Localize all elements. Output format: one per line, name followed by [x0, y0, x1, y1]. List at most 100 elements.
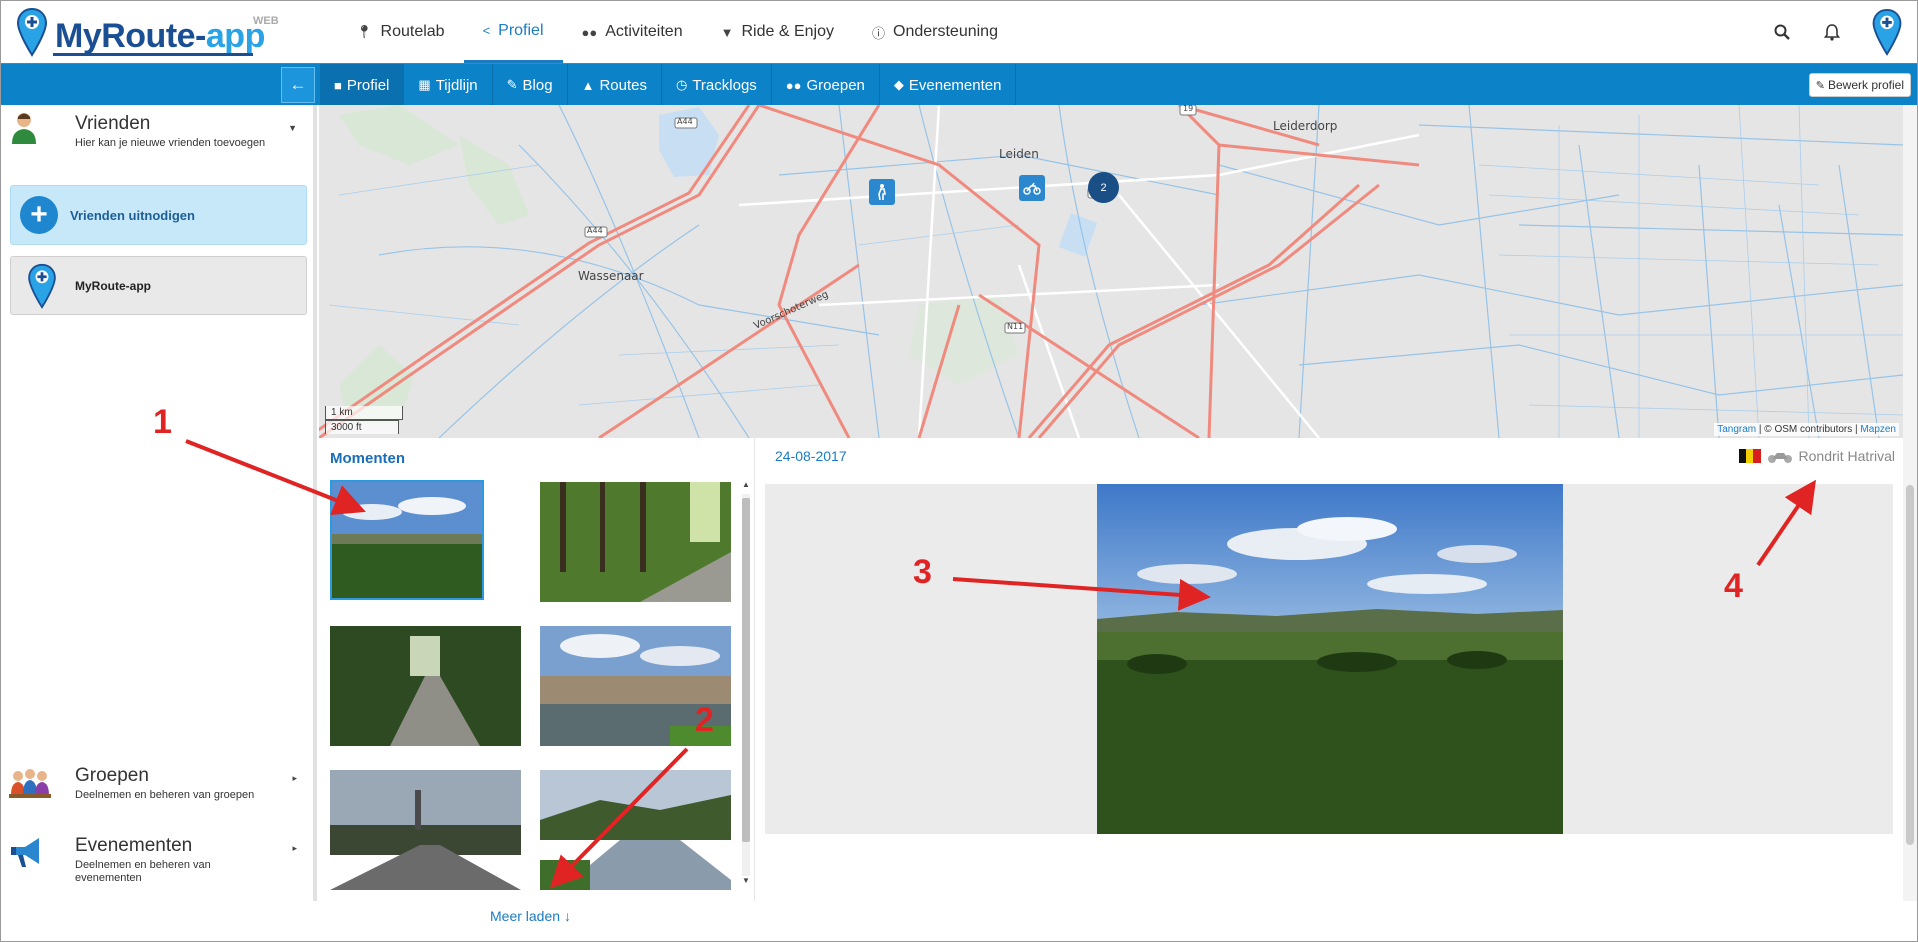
tab-routes[interactable]: ▲ Routes [568, 64, 662, 106]
moment-detail: 24-08-2017 Rondrit Hatrival [756, 438, 1903, 901]
logo-underline [53, 53, 253, 56]
scroll-up-icon[interactable]: ▲ [740, 480, 752, 489]
map-marker-icon: 📍︎ [356, 24, 373, 39]
friend-item[interactable]: MyRoute-app [10, 256, 307, 315]
motorcycle-marker-icon[interactable] [1019, 175, 1045, 201]
info-icon: ⓘ [871, 25, 885, 41]
route-map[interactable]: A44 A44 19 19 N11 Leiden Leiderdorp Wass… [319, 105, 1903, 438]
motorcycle-icon [1767, 453, 1792, 463]
share-icon: < [482, 23, 491, 38]
moments-scrollbar[interactable]: ▲ ▼ [740, 480, 752, 890]
map-badge-a44: A44 [677, 117, 693, 126]
caret-right-icon[interactable]: ▸ [292, 773, 297, 784]
moment-thumbnail[interactable] [330, 480, 484, 600]
map-attribution: Tangram | © OSM contributors | Mapzen [1714, 423, 1899, 436]
nav-ride-enjoy[interactable]: ▼ Ride & Enjoy [702, 1, 853, 63]
edit-icon: ✎ [1815, 79, 1825, 92]
app-window: MyRoute-app WEB 📍︎ Routelab < Profiel ●● Ac… [0, 0, 1918, 942]
load-more-link[interactable]: Meer laden ↓ [490, 908, 571, 924]
moment-thumbnail[interactable] [540, 770, 731, 890]
users-icon: ●● [785, 77, 802, 93]
scroll-thumb[interactable] [742, 498, 750, 842]
nav-profiel[interactable]: < Profiel [463, 1, 563, 63]
nav-ondersteuning[interactable]: ⓘ Ondersteuning [853, 1, 1017, 63]
moment-thumbnail[interactable] [330, 770, 521, 890]
osm-credit: © OSM contributors [1764, 424, 1853, 435]
annotation-label: 2 [695, 701, 714, 739]
map-badge-n11: N11 [1007, 322, 1024, 331]
logo[interactable]: MyRoute-app WEB [17, 7, 287, 57]
invite-friends-button[interactable]: + Vrienden uitnodigen [10, 185, 307, 245]
scale-km: 1 km [325, 406, 403, 420]
map-badge-19: 19 [1183, 105, 1194, 113]
groups-icon [9, 769, 51, 798]
annotation-label: 1 [153, 403, 172, 441]
tab-tijdlijn[interactable]: ▦ Tijdlijn [404, 64, 493, 106]
tab-evenementen[interactable]: ◆ Evenementen [880, 64, 1017, 106]
tab-groepen[interactable]: ●● Groepen [772, 64, 880, 106]
user-icon: ■ [334, 77, 342, 93]
friends-section[interactable]: Vrienden Hier kan je nieuwe vrienden toe… [1, 105, 311, 155]
belgium-flag-icon [1738, 449, 1761, 463]
megaphone-icon [11, 838, 39, 867]
caret-down-icon[interactable]: ▼ [288, 123, 297, 133]
events-title: Evenementen [75, 835, 193, 856]
groups-title: Groepen [75, 765, 149, 786]
scale-ft: 3000 ft [325, 420, 399, 434]
moment-thumbnail[interactable] [540, 482, 731, 602]
friend-name: MyRoute-app [75, 278, 151, 293]
tab-profiel[interactable]: ■ Profiel [320, 64, 405, 106]
moment-photo[interactable] [1097, 484, 1563, 834]
map-label-wassenaar: Wassenaar [578, 269, 644, 283]
groups-section[interactable]: Groepen Deelnemen en beheren van groepen… [1, 755, 311, 815]
tab-blog[interactable]: ✎ Blog [493, 64, 568, 106]
clock-icon: ◷ [675, 77, 688, 92]
scrollbar-thumb[interactable] [1906, 485, 1914, 845]
events-section[interactable]: Evenementen Deelnemen en beheren van eve… [1, 827, 311, 897]
tangram-link[interactable]: Tangram [1717, 424, 1756, 435]
groups-subtitle: Deelnemen en beheren van groepen [75, 789, 255, 801]
user-avatar-pin-icon[interactable] [1857, 8, 1917, 56]
friends-title: Vrienden [75, 113, 151, 134]
ticket-icon: ◆ [893, 77, 904, 92]
logo-tag: WEB [253, 15, 279, 27]
photo-viewer [765, 484, 1893, 834]
map-badge-a44: A44 [587, 226, 603, 235]
annotation-label: 4 [1724, 567, 1743, 605]
invite-friends-label: Vrienden uitnodigen [70, 207, 195, 223]
search-icon[interactable] [1757, 24, 1807, 40]
friend-avatar-icon [12, 113, 36, 144]
route-name: Rondrit Hatrival [1798, 448, 1895, 464]
users-icon: ●● [581, 24, 598, 40]
nav-activiteiten[interactable]: ●● Activiteiten [563, 1, 702, 63]
collapse-sidebar-button[interactable]: ← [281, 67, 315, 103]
map-label-leiden: Leiden [999, 147, 1039, 161]
arrow-left-icon: ← [289, 75, 307, 94]
mapzen-link[interactable]: Mapzen [1860, 424, 1896, 435]
main-nav: 📍︎ Routelab < Profiel ●● Activiteiten ▼ Ride… [337, 1, 1017, 63]
logo-text: MyRoute-app [55, 17, 265, 55]
moment-route[interactable]: Rondrit Hatrival [1738, 448, 1895, 464]
caret-right-icon[interactable]: ▸ [292, 843, 297, 854]
events-subtitle: Deelnemen en beheren van evenementen [75, 859, 211, 884]
moment-thumbnail[interactable] [330, 626, 521, 746]
map-scale: 1 km 3000 ft [325, 406, 403, 434]
hiking-marker-icon[interactable] [869, 179, 895, 205]
moment-date: 24-08-2017 [775, 448, 847, 464]
bell-icon[interactable] [1807, 23, 1857, 41]
tab-tracklogs[interactable]: ◷ Tracklogs [662, 64, 772, 106]
map-label-leiderdorp: Leiderdorp [1273, 119, 1338, 133]
annotation-label: 3 [913, 553, 932, 591]
myroute-pin-icon [28, 263, 56, 309]
scroll-down-icon[interactable]: ▼ [740, 876, 752, 885]
friends-subtitle: Hier kan je nieuwe vrienden toevoegen [75, 137, 266, 149]
nav-routelab[interactable]: 📍︎ Routelab [337, 1, 464, 63]
map-cluster-marker[interactable]: 2 [1088, 172, 1119, 203]
trophy-icon: ▼ [720, 24, 734, 40]
logo-pin-icon [17, 7, 47, 57]
arrow-down-icon: ↓ [563, 908, 571, 924]
edit-profile-button[interactable]: ✎ Bewerk profiel [1808, 73, 1911, 97]
profile-subnav: ← ■ Profiel ▦ Tijdlijn ✎ Blog ▲ Routes ◷ Trac… [1, 63, 1917, 106]
sidebar: Vrienden Hier kan je nieuwe vrienden toe… [1, 105, 317, 901]
page-scrollbar[interactable] [1903, 105, 1917, 901]
